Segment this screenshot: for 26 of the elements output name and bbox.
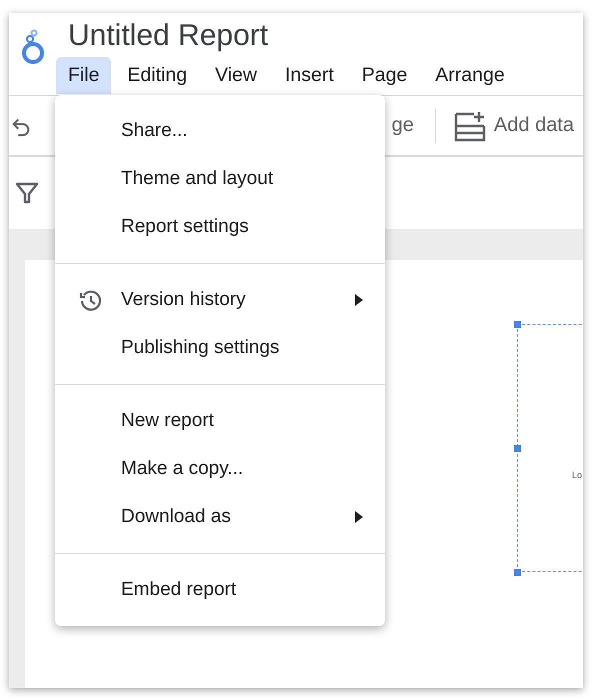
menu-item[interactable]: Publishing settings bbox=[55, 324, 385, 372]
menu-tab[interactable]: Editing bbox=[115, 57, 200, 94]
resize-handle[interactable] bbox=[514, 569, 521, 576]
resize-handle[interactable] bbox=[514, 445, 521, 452]
report-title[interactable]: Untitled Report bbox=[56, 13, 521, 57]
menu-tab[interactable]: File bbox=[56, 57, 112, 94]
menu-item[interactable]: Download as bbox=[55, 493, 385, 541]
menu-item[interactable]: Report settings bbox=[55, 203, 385, 251]
toolbar-button-text[interactable]: ge bbox=[392, 114, 414, 137]
add-data-icon[interactable] bbox=[454, 110, 486, 142]
menu-item[interactable]: Embed report bbox=[55, 566, 385, 614]
resize-handle[interactable] bbox=[514, 321, 521, 328]
add-data-button[interactable]: Add data bbox=[494, 114, 574, 137]
chart-label: Lo bbox=[572, 470, 582, 480]
menu-tab[interactable]: View bbox=[203, 57, 269, 94]
menu-tab[interactable]: Page bbox=[350, 57, 420, 94]
logo-icon bbox=[20, 29, 46, 65]
menu-tab[interactable]: Arrange bbox=[423, 57, 517, 94]
filter-icon[interactable] bbox=[15, 181, 39, 205]
menu-item[interactable]: Version history bbox=[55, 276, 385, 324]
menu-item[interactable]: Make a copy... bbox=[55, 445, 385, 493]
menu-item[interactable]: New report bbox=[55, 397, 385, 445]
menu-item[interactable]: Theme and layout bbox=[55, 155, 385, 203]
history-icon bbox=[79, 289, 103, 313]
menu-item[interactable]: Share... bbox=[55, 107, 385, 155]
menu-tab[interactable]: Insert bbox=[272, 57, 346, 94]
